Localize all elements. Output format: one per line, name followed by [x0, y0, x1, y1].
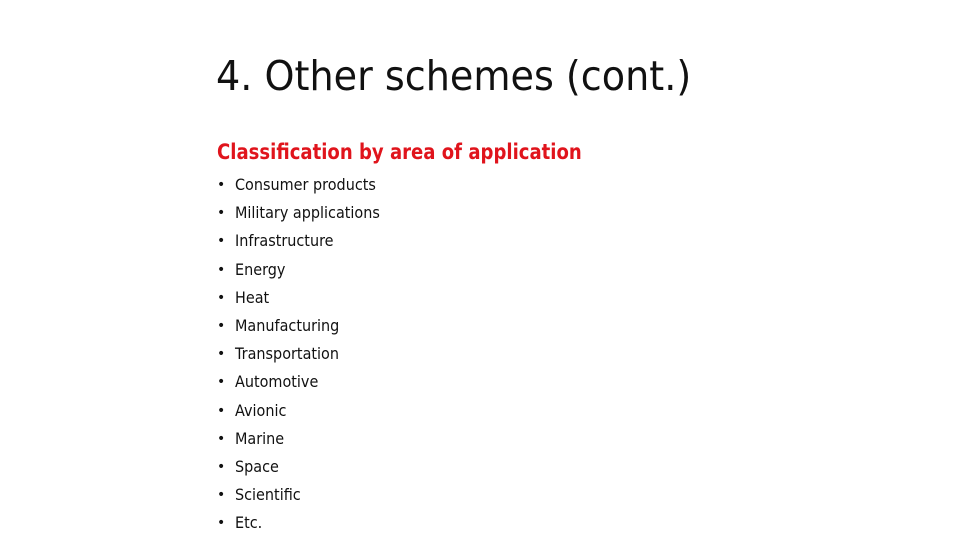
bullet-icon: •: [217, 177, 226, 193]
list-item: • Transportation: [217, 343, 396, 371]
bullet-icon: •: [217, 289, 226, 306]
section-heading: Classification by area of application: [217, 140, 582, 164]
list-item: • Energy: [217, 259, 396, 287]
list-item: • Scientific: [217, 484, 396, 512]
list-item-text: Manufacturing: [235, 315, 340, 335]
list-item: • Military applications: [217, 202, 396, 230]
list-item-text: Military applications: [235, 203, 380, 223]
bullet-icon: •: [217, 317, 226, 334]
list-item: • Infrastructure: [217, 230, 396, 258]
bullet-icon: •: [217, 205, 226, 222]
list-item: • Avionic: [217, 400, 396, 428]
list-item-text: Marine: [235, 428, 285, 448]
list-item-text: Avionic: [235, 400, 287, 420]
list-item: • Space: [217, 456, 396, 484]
slide-title: 4. Other schemes (cont.): [216, 52, 692, 100]
list-item: • Automotive: [217, 371, 396, 399]
list-item: • Manufacturing: [217, 315, 396, 343]
list-item: • Consumer products: [217, 174, 396, 202]
bullet-icon: •: [217, 430, 226, 447]
list-item-text: Infrastructure: [235, 231, 334, 251]
list-item: • Etc.: [217, 512, 396, 540]
bullet-icon: •: [217, 346, 226, 363]
list-item: • Marine: [217, 428, 396, 456]
bullet-icon: •: [217, 233, 226, 250]
list-item-text: Space: [235, 456, 279, 476]
list-item-text: Etc.: [235, 513, 263, 533]
bullet-icon: •: [217, 402, 226, 419]
list-item-text: Automotive: [235, 372, 319, 392]
list-item-text: Scientific: [235, 485, 301, 505]
list-item-text: Transportation: [235, 344, 339, 364]
bullet-icon: •: [217, 374, 226, 391]
application-area-list: • Consumer products • Military applications…: [217, 174, 396, 540]
list-item-text: Energy: [235, 259, 286, 279]
list-item-text: Heat: [235, 287, 270, 307]
bullet-icon: •: [217, 458, 226, 475]
bullet-icon: •: [217, 261, 226, 278]
list-item: • Heat: [217, 287, 396, 315]
bullet-icon: •: [217, 487, 226, 504]
bullet-icon: •: [217, 515, 226, 532]
list-item-text: Consumer products: [235, 175, 376, 194]
